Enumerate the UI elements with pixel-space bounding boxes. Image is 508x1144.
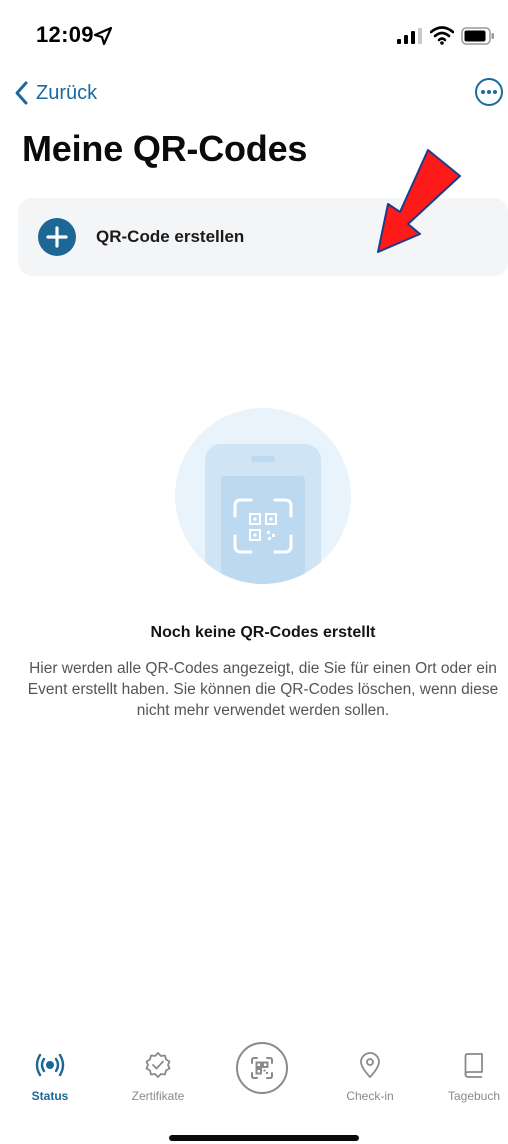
tab-diary-label: Tagebuch — [447, 1089, 501, 1103]
more-options-icon[interactable] — [474, 77, 504, 107]
tab-check-in-label: Check-in — [346, 1089, 394, 1103]
chevron-left-icon — [15, 81, 28, 105]
tab-diary[interactable]: Tagebuch — [442, 1050, 506, 1103]
status-bar: 12:09 — [0, 0, 508, 72]
page-title: Meine QR-Codes — [22, 128, 308, 169]
empty-state-title: Noch keine QR-Codes erstellt — [150, 624, 376, 641]
tab-certificates-label: Zertifikate — [131, 1089, 185, 1103]
status-time: 12:09 — [36, 22, 94, 47]
tab-certificates[interactable]: Zertifikate — [120, 1050, 196, 1103]
home-indicator — [169, 1135, 359, 1141]
location-pin-icon — [360, 1052, 380, 1078]
empty-qr-illustration — [175, 408, 351, 584]
book-icon — [464, 1053, 483, 1078]
plus-icon — [38, 218, 76, 256]
tab-check-in[interactable]: Check-in — [338, 1050, 402, 1103]
empty-state-description: Hier werden alle QR-Codes angezeigt, die… — [27, 660, 499, 719]
certificate-check-icon — [145, 1052, 171, 1078]
location-arrow-icon — [93, 26, 113, 46]
qr-scan-icon[interactable] — [235, 1041, 289, 1095]
red-arrow-annotation — [377, 149, 461, 253]
wifi-icon — [430, 26, 454, 45]
create-qr-code-label: QR-Code erstellen — [96, 227, 245, 246]
back-label: Zurück — [36, 81, 98, 104]
signal-icon — [397, 28, 422, 44]
back-button[interactable]: Zurück — [12, 78, 97, 108]
tab-bar: Status Zertifikate Check-in Tagebuch — [0, 1042, 508, 1120]
battery-icon — [461, 27, 494, 45]
tab-status[interactable]: Status — [22, 1050, 78, 1103]
broadcast-icon — [35, 1053, 65, 1077]
tab-status-label: Status — [31, 1089, 69, 1103]
